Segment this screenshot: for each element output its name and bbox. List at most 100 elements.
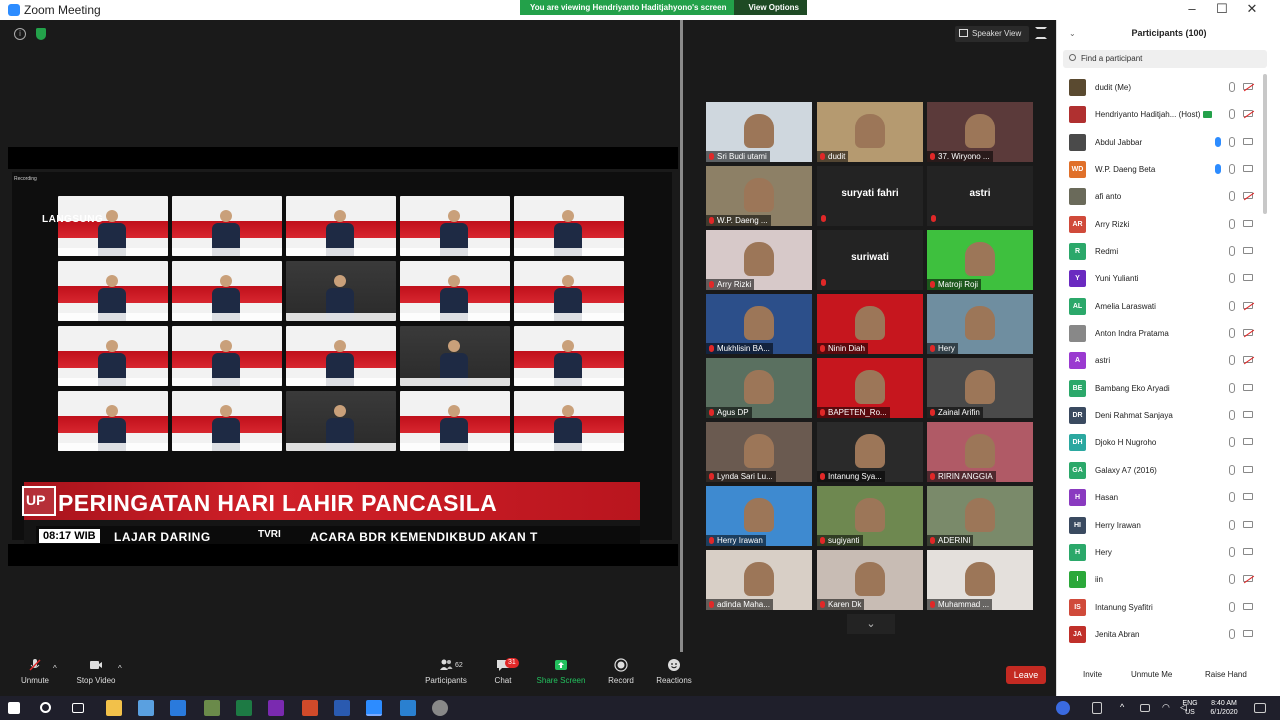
- participant-video-tile[interactable]: Zainal Arifin: [927, 358, 1033, 418]
- participant-video-tile[interactable]: Hery: [927, 294, 1033, 354]
- participant-row[interactable]: Abdul Jabbar: [1057, 129, 1271, 156]
- powerpoint-icon[interactable]: [302, 700, 318, 716]
- language-indicator[interactable]: ENG US: [1180, 699, 1200, 717]
- participant-row[interactable]: R Redmi: [1057, 238, 1271, 265]
- info-icon[interactable]: i: [14, 28, 26, 40]
- camera-off-icon[interactable]: [1243, 575, 1253, 583]
- participant-row[interactable]: HI Herry Irawan: [1057, 512, 1271, 539]
- participant-video-tile[interactable]: Ninin Diah: [817, 294, 923, 354]
- camera-off-icon[interactable]: [1243, 329, 1253, 337]
- participant-video-tile[interactable]: RIRIN ANGGIA: [927, 422, 1033, 482]
- participant-row[interactable]: JA Jenita Abran: [1057, 621, 1271, 648]
- camera-icon[interactable]: [1243, 602, 1253, 610]
- action-center-icon[interactable]: [1254, 703, 1266, 713]
- participant-video-tile[interactable]: W.P. Daeng ...: [706, 166, 812, 226]
- mic-icon[interactable]: [1229, 355, 1235, 366]
- participant-row[interactable]: Y Yuni Yulianti: [1057, 265, 1271, 292]
- participant-video-tile[interactable]: Intanung Sya...: [817, 422, 923, 482]
- participant-video-tile[interactable]: Mukhlisin BA...: [706, 294, 812, 354]
- mic-icon[interactable]: [1229, 628, 1235, 639]
- camera-off-icon[interactable]: [1243, 83, 1253, 90]
- participant-video-tile[interactable]: BAPETEN_Ro...: [817, 358, 923, 418]
- view-options-button[interactable]: View Options: [734, 0, 807, 15]
- maximize-icon[interactable]: ☐: [1212, 1, 1232, 17]
- participant-video-tile[interactable]: 37. Wiryono ...: [927, 102, 1033, 162]
- tray-chevron-icon[interactable]: ^: [1120, 703, 1124, 712]
- participant-video-tile[interactable]: Karen Dk: [817, 550, 923, 610]
- speaker-view-button[interactable]: Speaker View: [955, 26, 1029, 42]
- gallery-next-page-button[interactable]: ⌄: [847, 614, 895, 634]
- camera-icon[interactable]: [1243, 165, 1253, 173]
- search-taskbar-icon[interactable]: [40, 702, 51, 713]
- mic-icon[interactable]: [1229, 464, 1235, 475]
- participant-row[interactable]: BE Bambang Eko Aryadi: [1057, 375, 1271, 402]
- participant-row[interactable]: AL Amelia Laraswati: [1057, 293, 1271, 320]
- windows-start-icon[interactable]: [8, 702, 20, 714]
- stop-video-button[interactable]: Stop Video: [75, 658, 117, 685]
- close-icon[interactable]: ✕: [1242, 1, 1262, 17]
- participant-row[interactable]: DR Deni Rahmat Sanjaya: [1057, 402, 1271, 429]
- participant-row[interactable]: GA Galaxy A7 (2016): [1057, 457, 1271, 484]
- file-explorer-icon[interactable]: [106, 700, 122, 716]
- unmute-button[interactable]: Unmute: [18, 658, 52, 685]
- camera-icon[interactable]: [1243, 520, 1253, 528]
- mic-icon[interactable]: [1229, 136, 1235, 147]
- camera-icon[interactable]: [1243, 247, 1253, 255]
- camera-icon[interactable]: [1243, 383, 1253, 391]
- mic-icon[interactable]: [1229, 273, 1235, 284]
- notification-app-icon[interactable]: [1056, 701, 1070, 715]
- reactions-button[interactable]: Reactions: [655, 658, 693, 685]
- participant-video-tile[interactable]: suryati fahri: [817, 166, 923, 226]
- people-icon[interactable]: [1092, 702, 1102, 714]
- encryption-shield-icon[interactable]: [36, 28, 46, 40]
- mic-icon[interactable]: [1229, 410, 1235, 421]
- mic-icon[interactable]: [1229, 300, 1235, 311]
- mic-icon[interactable]: [1229, 246, 1235, 257]
- participant-video-tile[interactable]: Matroji Roji: [927, 230, 1033, 290]
- mic-icon[interactable]: [1229, 191, 1235, 202]
- camera-icon[interactable]: [1243, 465, 1253, 473]
- camera-icon[interactable]: [1243, 274, 1253, 282]
- mic-icon[interactable]: [1229, 574, 1235, 585]
- mic-icon[interactable]: [1229, 519, 1235, 530]
- camera-icon[interactable]: [1243, 629, 1253, 637]
- camera-icon[interactable]: [1243, 493, 1253, 501]
- participant-row[interactable]: afi anto: [1057, 183, 1271, 210]
- participant-video-tile[interactable]: suriwati: [817, 230, 923, 290]
- camera-icon[interactable]: [1243, 219, 1253, 227]
- participant-video-tile[interactable]: Muhammad ...: [927, 550, 1033, 610]
- participant-row[interactable]: AR Arry Rizki: [1057, 211, 1271, 238]
- camera-off-icon[interactable]: [1243, 301, 1253, 309]
- mic-icon[interactable]: [1229, 164, 1235, 175]
- camera-icon[interactable]: [1243, 438, 1253, 446]
- wifi-icon[interactable]: ◠: [1162, 703, 1170, 712]
- share-screen-button[interactable]: Share Screen: [536, 658, 586, 685]
- browser-icon[interactable]: [432, 700, 448, 716]
- app-icon-1[interactable]: [170, 700, 186, 716]
- mic-icon[interactable]: [1229, 328, 1235, 339]
- mic-icon[interactable]: [1229, 82, 1235, 92]
- unmute-me-button[interactable]: Unmute Me: [1131, 670, 1172, 679]
- camera-off-icon[interactable]: [1243, 356, 1253, 364]
- participant-row[interactable]: IS Intanung Syafitri: [1057, 594, 1271, 621]
- participant-search-input[interactable]: Find a participant: [1063, 50, 1267, 68]
- camera-icon[interactable]: [1243, 547, 1253, 555]
- battery-icon[interactable]: [1140, 704, 1150, 712]
- store-icon[interactable]: [138, 700, 154, 716]
- camera-off-icon[interactable]: [1243, 110, 1253, 118]
- participant-video-tile[interactable]: Lynda Sari Lu...: [706, 422, 812, 482]
- audio-options-caret[interactable]: ^: [53, 664, 57, 673]
- participant-video-tile[interactable]: dudit: [817, 102, 923, 162]
- participant-row[interactable]: Hendriyanto Haditjah... (Host): [1057, 101, 1271, 128]
- participant-video-tile[interactable]: Herry Irawan: [706, 486, 812, 546]
- mic-icon[interactable]: [1229, 437, 1235, 448]
- participant-row[interactable]: H Hery: [1057, 539, 1271, 566]
- participant-row[interactable]: Iiin: [1057, 566, 1271, 593]
- participant-video-tile[interactable]: adinda Maha...: [706, 550, 812, 610]
- participant-video-tile[interactable]: sugiyanti: [817, 486, 923, 546]
- app-icon-2[interactable]: [204, 700, 220, 716]
- participant-row[interactable]: H Hasan: [1057, 484, 1271, 511]
- excel-icon[interactable]: [236, 700, 252, 716]
- fullscreen-icon[interactable]: [1035, 27, 1047, 39]
- mic-icon[interactable]: [1229, 492, 1235, 503]
